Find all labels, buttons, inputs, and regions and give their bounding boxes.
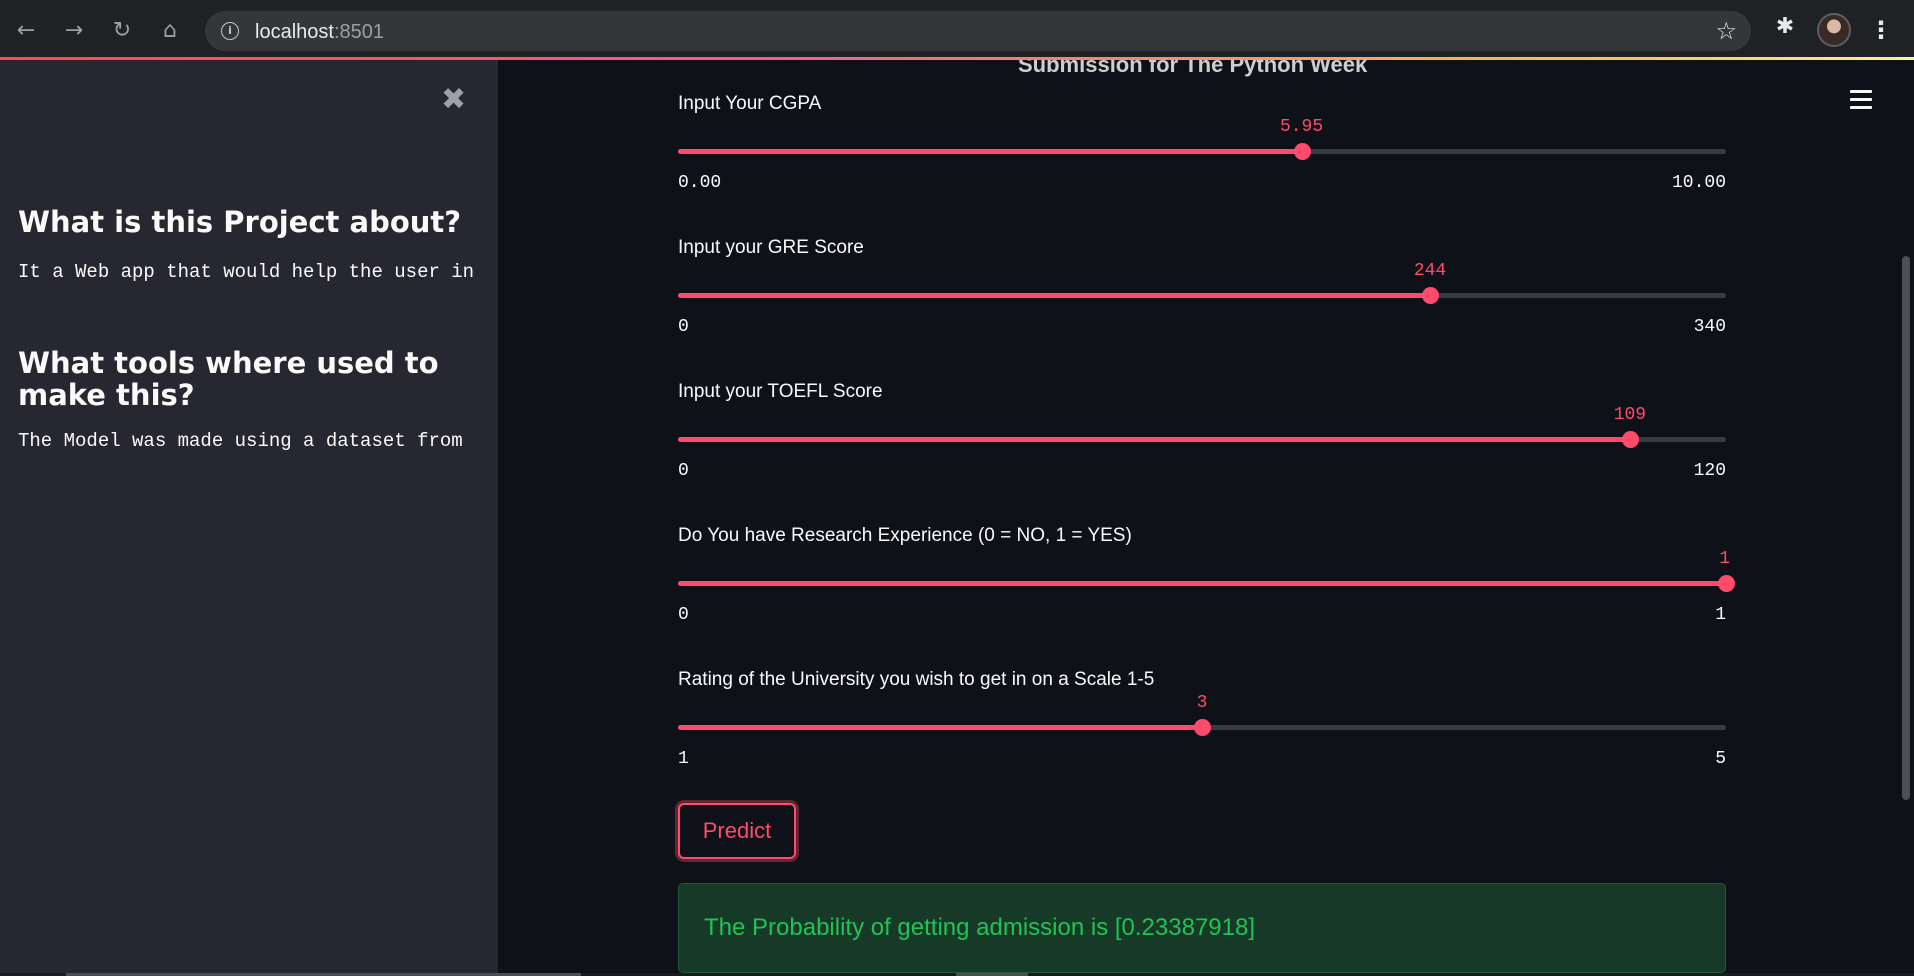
star-icon[interactable]: ☆ (1715, 17, 1737, 45)
slider-label: Rating of the University you wish to get… (678, 669, 1155, 690)
sidebar: ✖ What is this Project about? It a Web a… (0, 60, 498, 976)
kebab-menu-icon[interactable]: ⋮ (1868, 12, 1894, 48)
hamburger-menu-icon[interactable] (1850, 90, 1872, 110)
slider-value: 1 (1719, 549, 1730, 569)
page-title: Submission for The Python Week (1018, 60, 1368, 77)
url-port: :8501 (333, 21, 384, 43)
extensions-icon[interactable]: ✱ (1770, 14, 1800, 44)
university-rating-slider[interactable]: Rating of the University you wish to get… (678, 669, 1726, 789)
slider-label: Input your GRE Score (678, 237, 864, 258)
slider-thumb[interactable] (1718, 575, 1735, 592)
address-bar[interactable]: i localhost:8501 ☆ (205, 11, 1751, 51)
slider-min: 0.00 (678, 173, 722, 193)
slider-fill (678, 149, 1302, 154)
sidebar-text-tools: The Model was made using a dataset from (18, 430, 463, 452)
back-arrow-icon[interactable]: ← (8, 12, 44, 48)
slider-label: Input Your CGPA (678, 93, 822, 114)
slider-min: 0 (678, 317, 689, 337)
slider-track[interactable] (678, 719, 1726, 736)
sidebar-heading-tools: What tools where used to make this? (18, 346, 439, 412)
slider-max: 1 (1715, 605, 1726, 625)
cgpa-slider[interactable]: Input Your CGPA 5.95 0.00 10.00 (678, 93, 1726, 213)
result-alert: The Probability of getting admission is … (678, 883, 1726, 973)
toefl-slider[interactable]: Input your TOEFL Score 109 0 120 (678, 381, 1726, 501)
url-host: localhost (255, 21, 334, 43)
slider-max: 10.00 (1671, 173, 1726, 193)
home-icon[interactable]: ⌂ (152, 12, 188, 48)
slider-fill (678, 725, 1202, 730)
forward-arrow-icon[interactable]: → (56, 12, 92, 48)
slider-label: Do You have Research Experience (0 = NO,… (678, 525, 1132, 546)
gre-slider[interactable]: Input your GRE Score 244 0 340 (678, 237, 1726, 357)
close-icon[interactable]: ✖ (441, 82, 466, 117)
sidebar-text-about: It a Web app that would help the user in (18, 261, 473, 283)
slider-label: Input your TOEFL Score (678, 381, 883, 402)
slider-max: 5 (1715, 749, 1726, 769)
slider-min: 0 (678, 461, 689, 481)
slider-min: 1 (678, 749, 689, 769)
slider-track[interactable] (678, 431, 1726, 448)
slider-fill (678, 581, 1726, 586)
slider-value: 3 (1196, 693, 1208, 713)
slider-fill (678, 437, 1630, 442)
browser-toolbar: ← → ↻ ⌂ i localhost:8501 ☆ ✱ ⋮ (0, 0, 1914, 60)
slider-max: 340 (1693, 317, 1726, 337)
slider-thumb[interactable] (1422, 287, 1440, 304)
main-content: Submission for The Python Week Input You… (498, 60, 1914, 976)
slider-track[interactable] (678, 575, 1735, 592)
reload-icon[interactable]: ↻ (104, 12, 140, 48)
url-text[interactable]: localhost:8501 (255, 21, 384, 44)
research-slider[interactable]: Do You have Research Experience (0 = NO,… (678, 525, 1735, 645)
slider-value: 5.95 (1279, 117, 1324, 137)
avatar[interactable] (1817, 13, 1851, 47)
info-icon[interactable]: i (221, 22, 239, 40)
sidebar-heading-about: What is this Project about? (18, 205, 462, 239)
slider-value: 109 (1613, 405, 1647, 425)
slider-max: 120 (1693, 461, 1726, 481)
scrollbar[interactable] (1902, 256, 1910, 800)
slider-thumb[interactable] (1293, 143, 1311, 160)
slider-thumb[interactable] (1621, 431, 1639, 448)
slider-value: 244 (1413, 261, 1447, 281)
result-text: The Probability of getting admission is … (704, 914, 1256, 941)
slider-fill (678, 293, 1431, 298)
predict-button[interactable]: Predict (678, 803, 796, 859)
slider-thumb[interactable] (1194, 719, 1211, 736)
slider-track[interactable] (678, 143, 1726, 160)
slider-min: 0 (678, 605, 689, 625)
slider-track[interactable] (678, 287, 1726, 304)
